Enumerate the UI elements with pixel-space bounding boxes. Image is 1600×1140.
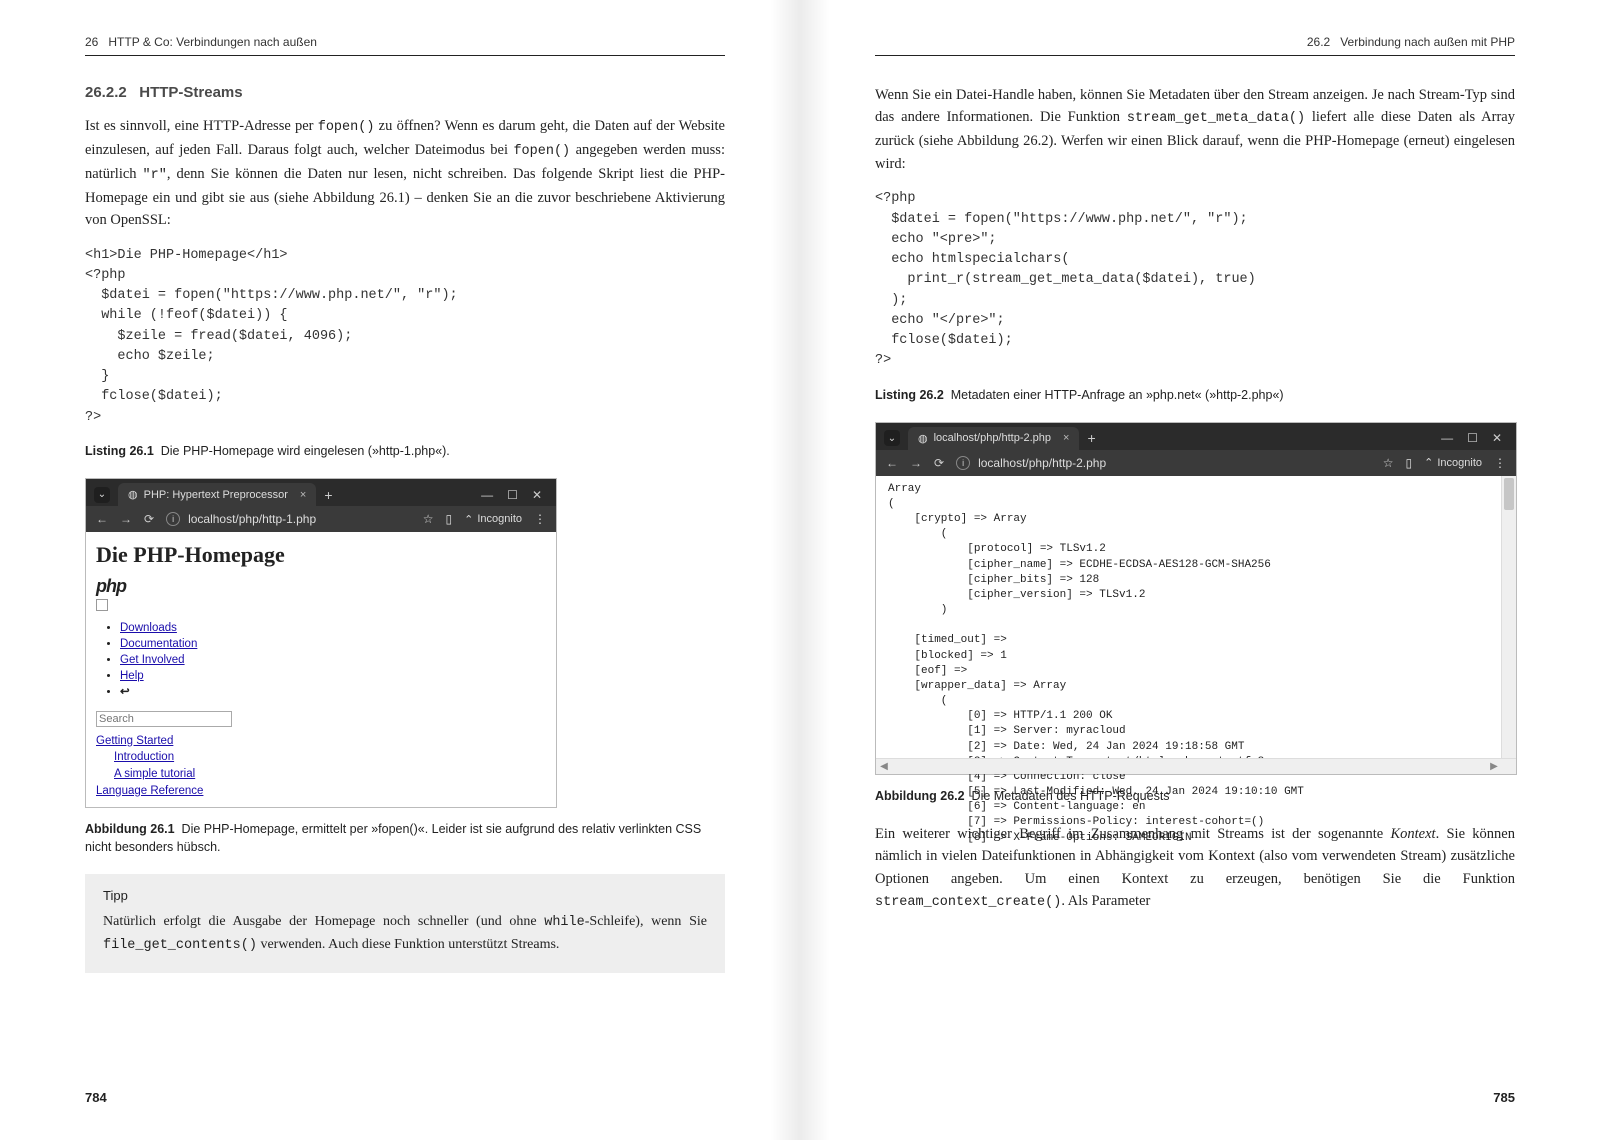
nav-list: Downloads Documentation Get Involved Hel… [120, 620, 546, 700]
reader-icon[interactable]: ▯ [1406, 456, 1413, 470]
body-paragraph: Ist es sinnvoll, eine HTTP-Adresse per f… [85, 115, 725, 232]
code-block: <?php $datei = fopen("https://www.php.ne… [875, 189, 1515, 371]
bookmark-icon[interactable]: ☆ [423, 512, 434, 526]
site-info-icon[interactable]: i [956, 456, 970, 470]
search-input[interactable] [96, 711, 232, 727]
runhead-num: 26 [85, 35, 98, 49]
close-window-icon[interactable]: ✕ [532, 488, 542, 502]
arrow-icon: ↩ [120, 686, 130, 698]
section-heading: 26.2.2 HTTP-Streams [85, 84, 725, 101]
code-block: <h1>Die PHP-Homepage</h1> <?php $datei =… [85, 246, 725, 428]
tab-title: PHP: Hypertext Preprocessor [144, 489, 288, 501]
forward-icon[interactable]: → [910, 456, 922, 470]
forward-icon[interactable]: → [120, 512, 132, 526]
close-window-icon[interactable]: ✕ [1492, 431, 1502, 445]
nav-link[interactable]: Help [120, 670, 144, 682]
incognito-badge: ⌃Incognito [464, 513, 522, 526]
site-info-icon[interactable]: i [166, 512, 180, 526]
page-number: 784 [85, 1090, 107, 1105]
incognito-badge: ⌃Incognito [1424, 456, 1482, 469]
page-h1: Die PHP-Homepage [96, 542, 546, 568]
doc-link[interactable]: A simple tutorial [114, 768, 195, 780]
page-right: 26.2 Verbindung nach außen mit PHP Wenn … [800, 0, 1600, 1140]
doc-link[interactable]: Getting Started [96, 735, 173, 747]
new-tab-button[interactable]: + [324, 487, 332, 503]
listing-caption: Listing 26.1 Die PHP-Homepage wird einge… [85, 442, 725, 460]
running-head-right: 26.2 Verbindung nach außen mit PHP [875, 35, 1515, 56]
back-icon[interactable]: ← [886, 456, 898, 470]
page-number: 785 [1493, 1090, 1515, 1105]
nav-link[interactable]: Documentation [120, 638, 197, 650]
running-head-left: 26 HTTP & Co: Verbindungen nach außen [85, 35, 725, 56]
tip-box: Tipp Natürlich erfolgt die Ausgabe der H… [85, 874, 725, 973]
php-logo: php [96, 576, 546, 597]
tab-dropdown-icon[interactable]: ⌄ [94, 487, 110, 503]
minimize-icon[interactable]: — [1441, 431, 1453, 445]
incognito-icon: ⌃ [464, 513, 473, 526]
checkbox-icon[interactable] [96, 599, 108, 611]
tab-dropdown-icon[interactable]: ⌄ [884, 430, 900, 446]
back-icon[interactable]: ← [96, 512, 108, 526]
output-pre: Array ( [crypto] => Array ( [protocol] =… [888, 482, 1512, 846]
listing-caption: Listing 26.2 Metadaten einer HTTP-Anfrag… [875, 386, 1515, 404]
browser-screenshot: ⌄ ◍ localhost/php/http-2.php × + — ☐ ✕ ←… [875, 422, 1517, 775]
close-tab-icon[interactable]: × [1063, 432, 1069, 444]
menu-icon[interactable]: ⋮ [1494, 456, 1506, 470]
url-text[interactable]: localhost/php/http-1.php [188, 512, 316, 526]
horizontal-scrollbar[interactable]: ◀ ▶ [876, 758, 1516, 774]
tip-label: Tipp [103, 888, 707, 903]
browser-screenshot: ⌄ ◍ PHP: Hypertext Preprocessor × + — ☐ … [85, 478, 557, 808]
bookmark-icon[interactable]: ☆ [1383, 456, 1394, 470]
url-text[interactable]: localhost/php/http-2.php [978, 456, 1106, 470]
nav-link[interactable]: Downloads [120, 622, 177, 634]
close-tab-icon[interactable]: × [300, 489, 306, 501]
favicon-icon: ◍ [918, 432, 928, 445]
figure-caption: Abbildung 26.1 Die PHP-Homepage, ermitte… [85, 820, 725, 856]
body-paragraph: Wenn Sie ein Datei-Handle haben, können … [875, 84, 1515, 175]
runhead-num: 26.2 [1307, 35, 1330, 49]
incognito-icon: ⌃ [1424, 456, 1433, 469]
browser-tab[interactable]: ◍ PHP: Hypertext Preprocessor × [118, 483, 316, 506]
runhead-title: HTTP & Co: Verbindungen nach außen [108, 35, 317, 49]
doc-links: Getting Started Introduction A simple tu… [96, 733, 546, 800]
page-left: 26 HTTP & Co: Verbindungen nach außen 26… [0, 0, 800, 1140]
reload-icon[interactable]: ⟳ [934, 456, 944, 470]
doc-link[interactable]: Language Reference [96, 785, 203, 797]
php-favicon-icon: ◍ [128, 488, 138, 501]
nav-link[interactable]: Get Involved [120, 654, 185, 666]
tab-title: localhost/php/http-2.php [934, 432, 1051, 444]
tip-body: Natürlich erfolgt die Ausgabe der Homepa… [103, 911, 707, 957]
doc-link[interactable]: Introduction [114, 751, 174, 763]
maximize-icon[interactable]: ☐ [1467, 431, 1478, 445]
browser-tab[interactable]: ◍ localhost/php/http-2.php × [908, 427, 1079, 450]
reload-icon[interactable]: ⟳ [144, 512, 154, 526]
reader-icon[interactable]: ▯ [446, 512, 453, 526]
new-tab-button[interactable]: + [1087, 430, 1095, 446]
maximize-icon[interactable]: ☐ [507, 488, 518, 502]
menu-icon[interactable]: ⋮ [534, 512, 546, 526]
scroll-right-icon[interactable]: ▶ [1486, 759, 1502, 774]
minimize-icon[interactable]: — [481, 488, 493, 502]
vertical-scrollbar[interactable] [1501, 476, 1516, 759]
scroll-left-icon[interactable]: ◀ [876, 759, 892, 774]
runhead-title: Verbindung nach außen mit PHP [1340, 35, 1515, 49]
